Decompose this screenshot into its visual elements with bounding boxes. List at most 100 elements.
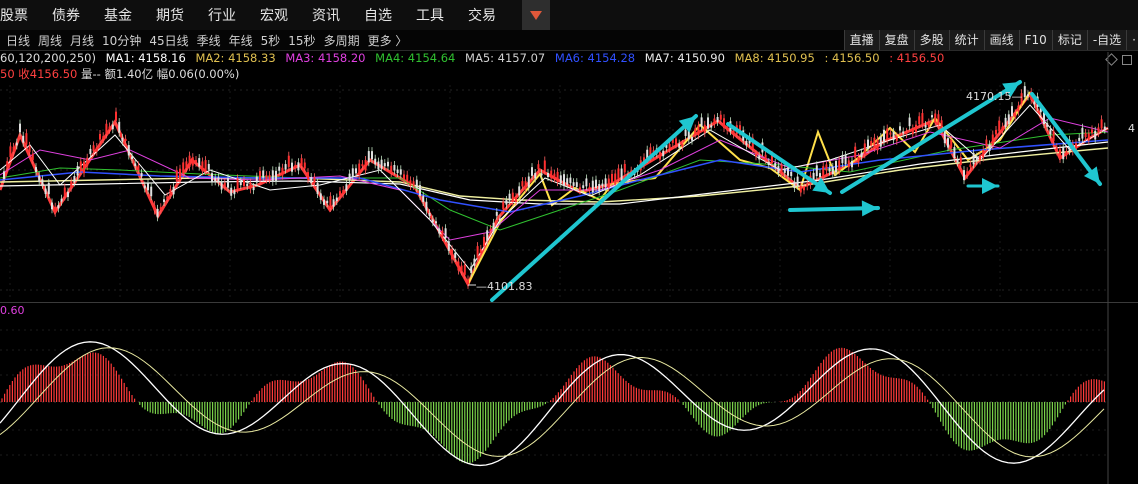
candle-body — [326, 200, 329, 204]
candle-body — [934, 113, 937, 124]
candle-body — [236, 178, 239, 190]
candle-body — [745, 140, 748, 146]
candle-body — [534, 173, 537, 179]
candle-body — [374, 158, 377, 165]
candle-body — [1049, 129, 1052, 135]
candle-body — [364, 159, 367, 171]
candle-body — [1033, 101, 1036, 105]
candle-body — [1014, 113, 1017, 118]
candle-body — [604, 178, 607, 187]
candle-body — [67, 191, 69, 198]
candle-body — [351, 168, 354, 177]
candle-body — [70, 181, 73, 188]
candle-body — [995, 129, 997, 135]
candle-body — [899, 126, 901, 131]
candle-body — [553, 173, 556, 179]
candle-body — [911, 128, 914, 135]
candle-body — [470, 266, 473, 273]
candle-body — [924, 125, 927, 128]
candle-body — [41, 179, 44, 185]
candle-body — [108, 126, 111, 130]
candle-body — [121, 137, 124, 142]
candle-body — [377, 161, 380, 170]
candle-body — [483, 236, 485, 247]
candle-body — [335, 197, 338, 202]
candle-body — [486, 230, 489, 241]
candle-body — [1091, 129, 1093, 134]
candle-body — [195, 160, 197, 163]
candle-body — [515, 196, 517, 202]
candle-body — [822, 166, 825, 178]
candle-body — [623, 163, 626, 173]
up-trend-arrow — [490, 114, 698, 302]
candle-body — [572, 182, 575, 186]
candle-body — [22, 135, 25, 143]
candle-body — [831, 166, 834, 175]
candle-body — [127, 145, 130, 156]
candle-body — [188, 155, 191, 167]
candle-body — [1004, 117, 1007, 128]
candle-body — [527, 176, 530, 188]
candle-body — [252, 187, 255, 191]
candle-body — [230, 187, 233, 196]
candle-body — [857, 156, 860, 163]
candle-body — [447, 241, 450, 251]
candle-body — [499, 218, 501, 221]
candle-body — [716, 117, 719, 122]
candle-body — [931, 115, 933, 118]
candle-body — [508, 193, 511, 201]
candle-body — [1055, 147, 1058, 152]
candle-body — [1065, 150, 1068, 156]
candle-body — [1027, 94, 1029, 97]
candle-body — [1081, 127, 1084, 139]
candle-body — [495, 211, 498, 216]
candle-body — [28, 145, 31, 153]
candle-body — [156, 208, 159, 218]
candle-body — [307, 172, 309, 180]
candle-body — [6, 161, 9, 168]
candle-body — [435, 221, 437, 224]
candle-body — [975, 156, 978, 161]
candle-body — [569, 177, 572, 184]
candle-body — [207, 163, 210, 170]
candle-body — [556, 171, 559, 183]
candle-body — [185, 161, 188, 169]
candle-body — [847, 160, 850, 168]
candle-body — [966, 171, 969, 175]
candle-body — [812, 172, 815, 181]
candle-body — [867, 139, 869, 150]
candle-body — [227, 178, 229, 188]
candle-body — [25, 133, 28, 145]
candle-body — [367, 151, 370, 163]
candle-body — [131, 156, 133, 160]
candle-body — [956, 159, 959, 163]
candle-body — [844, 155, 847, 165]
candle-body — [201, 161, 204, 172]
candle-body — [1017, 105, 1020, 112]
candle-body — [678, 143, 681, 148]
candle-body — [259, 171, 261, 181]
candle-body — [12, 146, 15, 152]
candle-body — [707, 117, 709, 129]
candle-body — [835, 161, 837, 173]
candle-body — [239, 181, 242, 186]
candle-body — [1097, 127, 1100, 134]
candle-body — [342, 190, 345, 195]
candle-body — [361, 164, 364, 167]
candle-body — [278, 166, 281, 171]
candle-body — [137, 165, 140, 171]
candle-body — [83, 161, 85, 174]
candle-body — [543, 160, 546, 171]
candle-body — [262, 170, 265, 178]
candle-body — [723, 118, 725, 128]
candle-body — [415, 179, 418, 188]
candle-body — [732, 130, 735, 135]
candle-body — [806, 183, 809, 187]
candle-body — [854, 146, 857, 158]
candle-body — [300, 158, 303, 166]
candle-body — [1087, 133, 1090, 141]
candle-body — [323, 199, 325, 205]
candle-body — [332, 199, 335, 207]
candle-body — [710, 125, 713, 128]
candle-body — [1094, 130, 1097, 140]
